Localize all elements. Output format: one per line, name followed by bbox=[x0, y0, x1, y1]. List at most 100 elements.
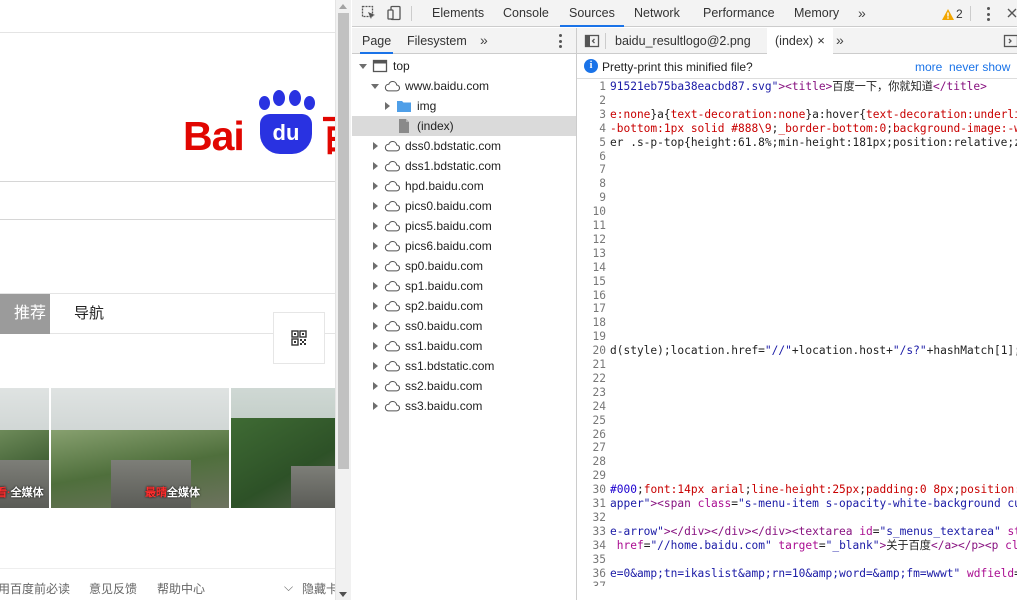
tree-item[interactable]: img bbox=[352, 96, 576, 116]
navigator-tab-page[interactable]: Page bbox=[360, 28, 394, 54]
line-number[interactable]: 28 bbox=[577, 455, 606, 469]
chevron-down-icon[interactable]: ⌵ bbox=[284, 580, 293, 595]
tree-item[interactable]: (index) bbox=[352, 116, 576, 136]
tab-sources[interactable]: Sources bbox=[560, 0, 624, 27]
line-number[interactable]: 23 bbox=[577, 386, 606, 400]
line-number[interactable]: 19 bbox=[577, 330, 606, 344]
line-number[interactable]: 11 bbox=[577, 219, 606, 233]
warnings-badge[interactable]: 2 bbox=[942, 6, 963, 22]
tree-item[interactable]: dss1.bdstatic.com bbox=[352, 156, 576, 176]
line-number[interactable]: 20 bbox=[577, 344, 606, 358]
line-number[interactable]: 4 bbox=[577, 122, 606, 136]
tab-console[interactable]: Console bbox=[503, 0, 549, 27]
line-number[interactable]: 36 bbox=[577, 567, 606, 581]
line-number[interactable]: 17 bbox=[577, 302, 606, 316]
line-number[interactable]: 29 bbox=[577, 469, 606, 483]
tree-item[interactable]: hpd.baidu.com bbox=[352, 176, 576, 196]
footer-link-hide-cards[interactable]: 隐藏卡 bbox=[302, 580, 335, 597]
line-number[interactable]: 30 bbox=[577, 483, 606, 497]
footer-link-help[interactable]: 帮助中心 bbox=[157, 580, 205, 597]
line-number[interactable]: 33 bbox=[577, 525, 606, 539]
search-box-bottom-border[interactable] bbox=[0, 219, 335, 220]
collapsed-triangle-icon[interactable] bbox=[370, 381, 380, 391]
scroll-up-arrow-icon[interactable] bbox=[339, 4, 347, 9]
page-scroll-thumb[interactable] bbox=[338, 13, 349, 469]
collapsed-triangle-icon[interactable] bbox=[370, 141, 380, 151]
tree-item[interactable]: sp2.baidu.com bbox=[352, 296, 576, 316]
scroll-down-arrow-icon[interactable] bbox=[339, 592, 347, 597]
tree-item[interactable]: sp0.baidu.com bbox=[352, 256, 576, 276]
toggle-navigator-icon[interactable] bbox=[584, 33, 600, 49]
line-number[interactable]: 34 bbox=[577, 539, 606, 553]
tree-item[interactable]: sp1.baidu.com bbox=[352, 276, 576, 296]
tab-network[interactable]: Network bbox=[634, 0, 680, 27]
tree-item[interactable]: ss1.bdstatic.com bbox=[352, 356, 576, 376]
collapsed-triangle-icon[interactable] bbox=[370, 181, 380, 191]
qr-code-button[interactable] bbox=[273, 312, 325, 364]
line-number[interactable]: 13 bbox=[577, 247, 606, 261]
news-image-3[interactable] bbox=[231, 388, 335, 508]
tree-item[interactable]: pics5.baidu.com bbox=[352, 216, 576, 236]
tree-item[interactable]: top bbox=[352, 56, 576, 76]
line-number[interactable]: 27 bbox=[577, 441, 606, 455]
line-number[interactable]: 9 bbox=[577, 191, 606, 205]
page-scrollbar[interactable] bbox=[335, 0, 351, 600]
line-number[interactable]: 21 bbox=[577, 358, 606, 372]
collapsed-triangle-icon[interactable] bbox=[370, 321, 380, 331]
expanded-triangle-icon[interactable] bbox=[358, 61, 368, 71]
line-number[interactable]: 1 bbox=[577, 80, 606, 94]
infobar-more-link[interactable]: more bbox=[915, 60, 942, 74]
collapsed-triangle-icon[interactable] bbox=[370, 161, 380, 171]
expanded-triangle-icon[interactable] bbox=[370, 81, 380, 91]
line-number[interactable]: 10 bbox=[577, 205, 606, 219]
tree-item[interactable]: pics6.baidu.com bbox=[352, 236, 576, 256]
close-devtools-icon[interactable] bbox=[1007, 5, 1017, 21]
line-number[interactable]: 26 bbox=[577, 428, 606, 442]
footer-link-feedback[interactable]: 意见反馈 bbox=[89, 580, 137, 597]
line-number[interactable]: 37 bbox=[577, 580, 606, 586]
tab-recommend[interactable]: 推荐 bbox=[0, 294, 50, 334]
tab-performance[interactable]: Performance bbox=[703, 0, 775, 27]
tab-elements[interactable]: Elements bbox=[432, 0, 484, 27]
tab-memory[interactable]: Memory bbox=[794, 0, 839, 27]
infobar-never-show-link[interactable]: never show bbox=[949, 60, 1010, 74]
editor-tab-resultlogo[interactable]: baidu_resultlogo@2.png bbox=[615, 28, 751, 54]
line-number[interactable]: 5 bbox=[577, 136, 606, 150]
editor-tab-index[interactable]: (index) × bbox=[767, 28, 833, 55]
collapsed-triangle-icon[interactable] bbox=[370, 301, 380, 311]
tree-item[interactable]: pics0.baidu.com bbox=[352, 196, 576, 216]
line-number[interactable]: 15 bbox=[577, 275, 606, 289]
tab-navigation[interactable]: 导航 bbox=[74, 294, 104, 334]
toggle-debugger-sidebar-icon[interactable] bbox=[1003, 33, 1017, 49]
tree-item[interactable]: ss0.baidu.com bbox=[352, 316, 576, 336]
close-tab-icon[interactable]: × bbox=[817, 33, 825, 48]
navigator-tab-filesystem[interactable]: Filesystem bbox=[407, 28, 467, 54]
device-toolbar-icon[interactable] bbox=[387, 5, 403, 21]
tree-item[interactable]: dss0.bdstatic.com bbox=[352, 136, 576, 156]
tree-item[interactable]: ss3.baidu.com bbox=[352, 396, 576, 416]
inspect-element-icon[interactable] bbox=[361, 5, 377, 21]
line-number[interactable]: 25 bbox=[577, 414, 606, 428]
code-view[interactable]: 1 2 3 4 5 6 7 8 9 10 11 12 13 14 15 16 17 18 19 20 21 22 23 24 2… bbox=[577, 80, 1017, 586]
line-number[interactable]: 2 bbox=[577, 94, 606, 108]
tree-item[interactable]: www.baidu.com bbox=[352, 76, 576, 96]
line-number-gutter[interactable]: 1 2 3 4 5 6 7 8 9 10 11 12 13 14 15 16 17 18 19 20 21 22 23 24 2… bbox=[577, 80, 608, 586]
line-number[interactable]: 22 bbox=[577, 372, 606, 386]
line-number[interactable]: 32 bbox=[577, 511, 606, 525]
line-number[interactable]: 18 bbox=[577, 316, 606, 330]
line-number[interactable]: 31 bbox=[577, 497, 606, 511]
more-tabs-chevron-icon[interactable]: » bbox=[858, 6, 866, 20]
navigator-menu-icon[interactable] bbox=[558, 34, 562, 48]
line-number[interactable]: 3 bbox=[577, 108, 606, 122]
line-number[interactable]: 35 bbox=[577, 553, 606, 567]
tree-item[interactable]: ss1.baidu.com bbox=[352, 336, 576, 356]
collapsed-triangle-icon[interactable] bbox=[370, 401, 380, 411]
line-number[interactable]: 12 bbox=[577, 233, 606, 247]
line-number[interactable]: 16 bbox=[577, 289, 606, 303]
line-number[interactable]: 8 bbox=[577, 177, 606, 191]
collapsed-triangle-icon[interactable] bbox=[370, 221, 380, 231]
collapsed-triangle-icon[interactable] bbox=[370, 361, 380, 371]
customize-devtools-menu-icon[interactable] bbox=[986, 7, 990, 21]
footer-link-guide[interactable]: 用百度前必读 bbox=[0, 580, 70, 597]
more-editor-tabs-chevron-icon[interactable]: » bbox=[836, 33, 844, 47]
